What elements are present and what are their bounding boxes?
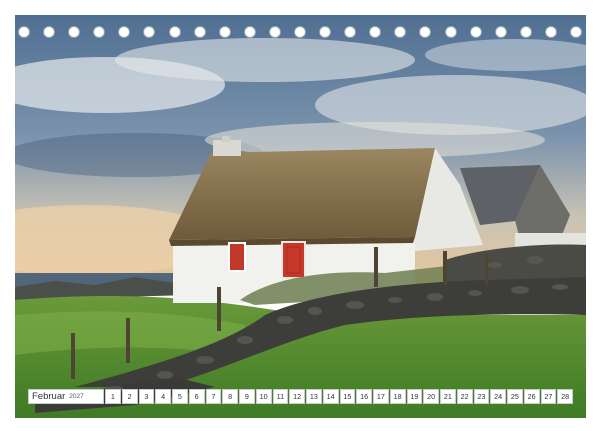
binding-hole: [18, 26, 30, 38]
day-cell: 8: [222, 389, 238, 404]
binding-hole: [494, 26, 507, 38]
binding-hole: [444, 26, 457, 38]
binding-hole: [168, 26, 181, 38]
binding-hole: [369, 26, 382, 38]
day-cell: 19: [406, 389, 423, 404]
binding-hole: [193, 26, 206, 38]
binding-hole: [43, 26, 56, 38]
day-cell: 24: [490, 389, 506, 404]
chimney-cap: [222, 136, 230, 142]
day-cell: 12: [289, 389, 305, 404]
binding-hole: [218, 26, 231, 38]
month-label-cell: Februar 2027: [28, 389, 104, 404]
day-cell: 14: [322, 389, 339, 404]
day-cell: 10: [255, 389, 272, 404]
binding-hole: [68, 26, 81, 38]
day-cell: 17: [373, 389, 389, 404]
binding-hole: [93, 26, 106, 38]
day-cell: 23: [473, 389, 490, 404]
binding-hole: [344, 26, 357, 38]
binding-hole: [544, 26, 557, 38]
calendar-strip: Februar 2027 1 2 3 4 5 6 7 8 9 10 11 12 13 14 15 16 17 18…: [28, 389, 573, 404]
day-cell: 7: [205, 389, 222, 404]
day-cell: 25: [507, 389, 523, 404]
day-cell: 6: [188, 389, 205, 404]
red-window: [228, 242, 246, 272]
day-cell: 15: [339, 389, 356, 404]
binding-hole: [243, 26, 256, 38]
binding-hole: [294, 26, 306, 38]
binding-hole: [394, 26, 407, 38]
day-cell: 4: [155, 389, 171, 404]
binding-hole: [118, 26, 131, 38]
day-cell: 22: [456, 389, 473, 404]
day-cell: 9: [239, 389, 255, 404]
day-cell: 27: [540, 389, 557, 404]
day-cell: 20: [423, 389, 439, 404]
spiral-binding: [18, 24, 582, 40]
day-cell: 5: [172, 389, 188, 404]
binding-hole: [268, 26, 281, 38]
month-year: 2027: [69, 393, 84, 400]
binding-hole: [519, 26, 532, 38]
day-cell: 3: [138, 389, 155, 404]
month-name: Februar: [32, 391, 66, 402]
binding-hole: [469, 26, 482, 38]
day-cell: 2: [121, 389, 138, 404]
day-cell: 26: [523, 389, 540, 404]
day-cell: 18: [389, 389, 406, 404]
day-cell: 16: [356, 389, 372, 404]
chimney: [213, 140, 241, 156]
binding-hole: [319, 26, 332, 38]
day-cell: 11: [272, 389, 289, 404]
cottage-landscape-image: [15, 15, 586, 418]
binding-hole: [419, 26, 432, 38]
calendar-page: Februar 2027 1 2 3 4 5 6 7 8 9 10 11 12 13 14 15 16 17 18…: [0, 0, 600, 431]
day-cell: 13: [306, 389, 322, 404]
cottage-photo: [15, 15, 586, 418]
binding-hole: [570, 26, 582, 38]
day-cells: 1 2 3 4 5 6 7 8 9 10 11 12 13 14 15 16 17 18 19 20 21 22 23 24 2…: [105, 389, 573, 404]
day-cell: 21: [440, 389, 456, 404]
day-cell: 1: [105, 389, 121, 404]
cloud: [115, 38, 415, 82]
binding-hole: [143, 26, 156, 38]
day-cell: 28: [557, 389, 573, 404]
thatched-roof: [169, 148, 435, 240]
